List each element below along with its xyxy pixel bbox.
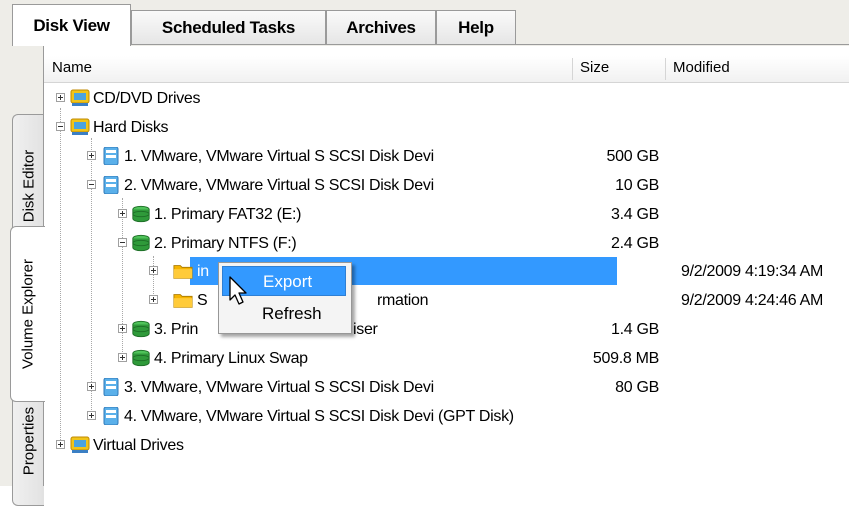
expand-toggle-icon[interactable] — [149, 266, 158, 275]
expand-toggle-icon[interactable] — [87, 382, 96, 391]
drive-group-icon — [70, 89, 90, 106]
expand-toggle-icon[interactable] — [118, 324, 127, 333]
drive-group-icon — [70, 436, 90, 453]
row-size: 10 GB — [615, 177, 659, 194]
tree-row[interactable]: Virtual Drives — [44, 431, 849, 460]
disk-icon — [103, 407, 119, 425]
column-name-header[interactable]: Name — [44, 56, 572, 82]
tree-row-label: 4. Primary Linux Swap — [154, 350, 308, 367]
folder-icon — [173, 294, 193, 308]
row-modified: 9/2/2009 4:19:34 AM — [681, 263, 823, 280]
disk-icon — [103, 378, 119, 396]
side-tab-label: Properties — [20, 406, 37, 476]
expand-toggle-icon[interactable] — [56, 93, 65, 102]
expand-toggle-icon[interactable] — [56, 440, 65, 449]
tree-row-label: S — [197, 292, 208, 309]
tab-strip-divider — [130, 44, 849, 45]
tree-row[interactable]: 4. VMware, VMware Virtual S SCSI Disk De… — [44, 402, 849, 431]
tree-row[interactable]: 2. Primary NTFS (F:) 2.4 GB — [44, 229, 849, 258]
tree-row-label: Hard Disks — [93, 119, 169, 136]
volume-icon — [132, 205, 150, 223]
row-size: 80 GB — [615, 379, 659, 396]
expand-toggle-icon[interactable] — [118, 353, 127, 362]
tab-archives[interactable]: Archives — [326, 10, 436, 44]
column-header: Name Size Modified — [44, 56, 849, 83]
tree-row-label: CD/DVD Drives — [93, 90, 201, 107]
tab-strip: Disk View Scheduled Tasks Archives Help — [0, 0, 849, 46]
tree-row-label-tail: rmation — [377, 292, 429, 309]
tree-row-label: 4. VMware, VMware Virtual S SCSI Disk De… — [124, 408, 514, 425]
collapse-toggle-icon[interactable] — [118, 238, 127, 247]
tree-row[interactable]: 1. Primary FAT32 (E:) 3.4 GB — [44, 200, 849, 229]
tree-row-selected[interactable]: in 9/2/2009 4:19:34 AM — [44, 257, 849, 286]
tab-disk-view[interactable]: Disk View — [12, 4, 131, 46]
tree-row-label: 1. VMware, VMware Virtual S SCSI Disk De… — [124, 148, 434, 165]
column-modified-header[interactable]: Modified — [665, 56, 849, 82]
side-tab-strip: Disk Editor Volume Explorer Properties — [0, 46, 45, 506]
collapse-toggle-icon[interactable] — [56, 122, 65, 131]
tree-row[interactable]: 3. VMware, VMware Virtual S SCSI Disk De… — [44, 373, 849, 402]
expand-toggle-icon[interactable] — [87, 411, 96, 420]
tree-row-label-tail: iser — [353, 321, 378, 338]
disk-icon — [103, 176, 119, 194]
side-tab-label: Disk Editor — [20, 149, 37, 223]
row-size: 509.8 MB — [592, 350, 659, 367]
tree-row-label: in — [197, 263, 209, 280]
drive-group-icon — [70, 118, 90, 135]
folder-icon — [173, 265, 193, 279]
side-tab-label: Volume Explorer — [19, 258, 37, 370]
tab-scheduled-tasks[interactable]: Scheduled Tasks — [131, 10, 326, 44]
tree-row-label: 1. Primary FAT32 (E:) — [154, 206, 302, 223]
mouse-pointer-icon — [229, 276, 247, 305]
row-size: 1.4 GB — [610, 321, 659, 338]
volume-icon — [132, 234, 150, 252]
tree-row[interactable]: 3. Prin iser 1.4 GB — [44, 315, 849, 344]
tree-row[interactable]: 1. VMware, VMware Virtual S SCSI Disk De… — [44, 142, 849, 171]
disk-icon — [103, 147, 119, 165]
row-size: 3.4 GB — [610, 206, 659, 223]
volume-tree-panel: Name Size Modified CD/DVD Drives Hard Di… — [44, 46, 849, 486]
tree-row[interactable]: Hard Disks — [44, 113, 849, 142]
tab-help[interactable]: Help — [436, 10, 516, 44]
expand-toggle-icon[interactable] — [149, 295, 158, 304]
row-modified: 9/2/2009 4:24:46 AM — [681, 292, 823, 309]
tree-row[interactable]: S rmation 9/2/2009 4:24:46 AM — [44, 286, 849, 315]
tree-row[interactable]: CD/DVD Drives — [44, 84, 849, 113]
side-tab-volume-explorer[interactable]: Volume Explorer — [10, 226, 45, 402]
tree-row-label: 3. VMware, VMware Virtual S SCSI Disk De… — [124, 379, 434, 396]
column-size-header[interactable]: Size — [572, 56, 665, 82]
tree-row-label: Virtual Drives — [93, 437, 184, 454]
tree-row-label: 3. Prin — [154, 321, 199, 338]
expand-toggle-icon[interactable] — [118, 209, 127, 218]
tree-row-label: 2. Primary NTFS (F:) — [154, 235, 297, 252]
volume-icon — [132, 320, 150, 338]
volume-icon — [132, 349, 150, 367]
tree-row[interactable]: 2. VMware, VMware Virtual S SCSI Disk De… — [44, 171, 849, 200]
row-size: 2.4 GB — [610, 235, 659, 252]
tree-row-label: 2. VMware, VMware Virtual S SCSI Disk De… — [124, 177, 434, 194]
row-size: 500 GB — [606, 148, 660, 165]
tree-row[interactable]: 4. Primary Linux Swap 509.8 MB — [44, 344, 849, 373]
collapse-toggle-icon[interactable] — [87, 180, 96, 189]
expand-toggle-icon[interactable] — [87, 151, 96, 160]
